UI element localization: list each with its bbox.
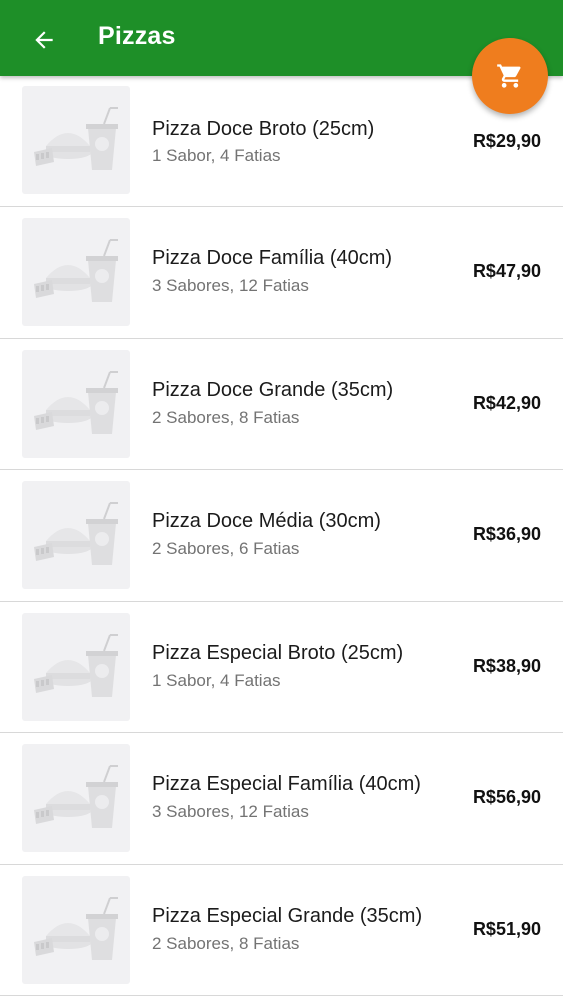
- product-price: R$38,90: [472, 655, 541, 676]
- product-row[interactable]: Pizza Doce Grande (35cm) 2 Sabores, 8 Fa…: [0, 339, 563, 470]
- product-description: 3 Sabores, 12 Fatias: [152, 276, 309, 295]
- product-price: R$29,90: [472, 131, 541, 151]
- product-description: 2 Sabores, 8 Fatias: [152, 407, 300, 427]
- product-list: Pizza Doce Broto (25cm) 1 Sabor, 4 Fatia…: [0, 76, 563, 996]
- product-price: R$42,90: [472, 392, 541, 413]
- shopping-cart-icon: [497, 64, 521, 88]
- food-placeholder-image: [22, 612, 130, 721]
- product-row[interactable]: Pizza Especial Família (40cm) 3 Sabores,…: [0, 733, 563, 865]
- product-row[interactable]: Pizza Doce Família (40cm) 3 Sabores, 12 …: [0, 207, 563, 339]
- product-description: 2 Sabores, 8 Fatias: [152, 933, 300, 953]
- product-price: R$36,90: [472, 524, 541, 544]
- food-placeholder-image: [22, 349, 130, 458]
- product-price: R$56,90: [472, 787, 541, 807]
- food-placeholder-image: [22, 86, 130, 194]
- product-row[interactable]: Pizza Especial Grande (35cm) 2 Sabores, …: [0, 865, 563, 996]
- arrow-left-icon: [35, 31, 53, 49]
- product-description: 2 Sabores, 6 Fatias: [152, 539, 300, 558]
- product-name: Pizza Especial Broto (25cm): [152, 641, 404, 664]
- back-button[interactable]: [24, 20, 64, 60]
- product-description: 1 Sabor, 4 Fatias: [152, 146, 281, 165]
- product-name: Pizza Especial Família (40cm): [152, 773, 421, 795]
- product-name: Pizza Doce Família (40cm): [152, 247, 393, 269]
- product-row[interactable]: Pizza Especial Broto (25cm) 1 Sabor, 4 F…: [0, 602, 563, 733]
- product-price: R$51,90: [472, 918, 541, 939]
- food-placeholder-image: [22, 481, 130, 589]
- product-price: R$47,90: [472, 261, 541, 281]
- cart-button[interactable]: [472, 38, 548, 114]
- product-description: 1 Sabor, 4 Fatias: [152, 670, 281, 690]
- product-name: Pizza Doce Broto (25cm): [152, 118, 375, 140]
- product-name: Pizza Doce Média (30cm): [152, 510, 381, 532]
- product-row[interactable]: Pizza Doce Média (30cm) 2 Sabores, 6 Fat…: [0, 470, 563, 602]
- food-placeholder-image: [22, 218, 130, 326]
- page-title: Pizzas: [98, 22, 176, 50]
- product-name: Pizza Especial Grande (35cm): [152, 904, 423, 927]
- food-placeholder-image: [22, 744, 130, 852]
- product-name: Pizza Doce Grande (35cm): [152, 378, 394, 401]
- food-placeholder-image: [22, 875, 130, 984]
- product-description: 3 Sabores, 12 Fatias: [152, 802, 309, 821]
